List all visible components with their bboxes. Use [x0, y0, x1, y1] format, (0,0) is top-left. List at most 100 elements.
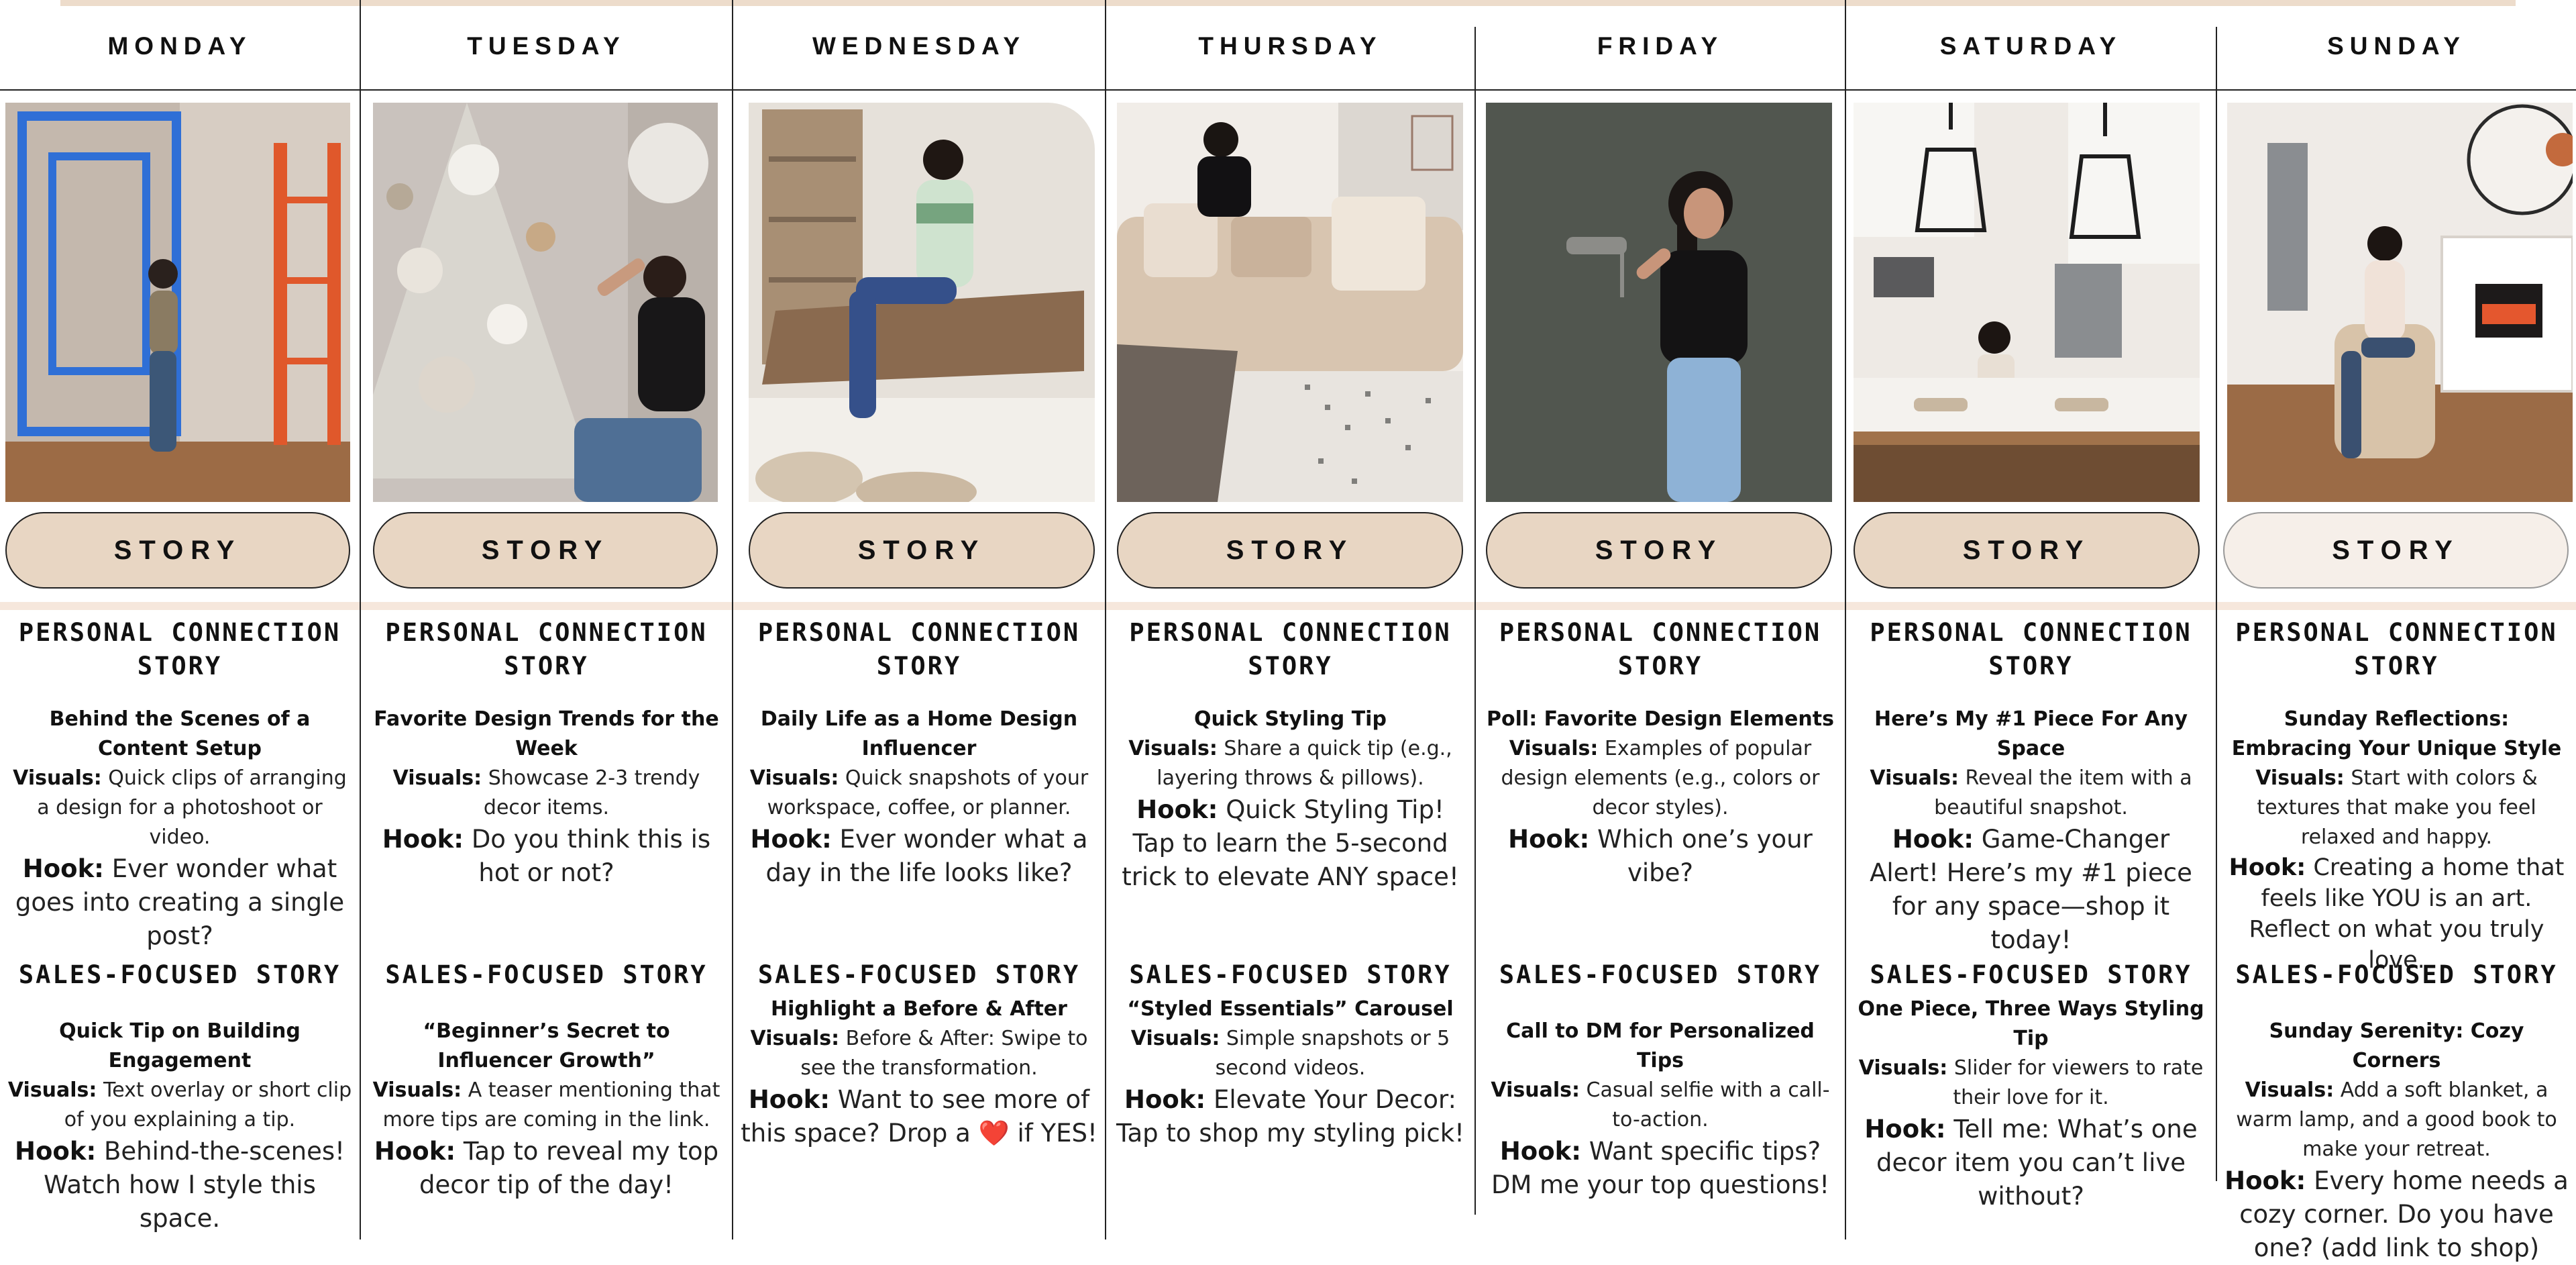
- personal-story-content: Behind the Scenes of a Content Setup Vis…: [0, 705, 360, 953]
- sales-story-content: “Styled Essentials” Carousel Visuals: Si…: [1106, 995, 1474, 1150]
- story-hook: Hook: Do you think this is hot or not?: [368, 823, 725, 890]
- story-button[interactable]: STORY: [2223, 512, 2569, 589]
- hook-label: Hook:: [1499, 1137, 1582, 1166]
- day-column-sunday: SUNDAY STORY PERSONAL CONNECTION STORY S…: [2217, 0, 2576, 1262]
- story-photo: [1854, 103, 2200, 502]
- woman-sitting-by-fireplace-image: [2227, 103, 2573, 502]
- kitchen-with-pendant-lights-image: [1854, 103, 2200, 502]
- story-visuals: Visuals: A teaser mentioning that more t…: [368, 1076, 725, 1135]
- story-visuals: Visuals: Add a soft blanket, a warm lamp…: [2224, 1076, 2569, 1164]
- story-title: Quick Tip on Building Engagement: [59, 1019, 301, 1072]
- visuals-text: Showcase 2-3 trendy decor items.: [483, 766, 700, 819]
- story-button[interactable]: STORY: [5, 512, 350, 589]
- visuals-text: Reveal the item with a beautiful snapsho…: [1934, 766, 2192, 819]
- story-hook: Hook: Want specific tips? DM me your top…: [1485, 1135, 1835, 1202]
- story-hook: Hook: Want to see more of this space? Dr…: [740, 1083, 1098, 1150]
- personal-story-content: Quick Styling Tip Visuals: Share a quick…: [1106, 705, 1474, 894]
- story-button[interactable]: STORY: [1486, 512, 1832, 589]
- visuals-label: Visuals:: [1128, 737, 1218, 760]
- visuals-label: Visuals:: [1858, 1056, 1948, 1080]
- sales-story-content: Quick Tip on Building Engagement Visuals…: [0, 1017, 360, 1235]
- day-column-monday: MONDAY STORY PERSONAL CONNECTION STORY B…: [0, 0, 360, 1239]
- story-title: Sunday Reflections: Embracing Your Uniqu…: [2231, 707, 2562, 760]
- story-visuals: Visuals: Quick snapshots of your workspa…: [740, 764, 1098, 823]
- hook-label: Hook:: [374, 1137, 456, 1166]
- visuals-label: Visuals:: [13, 766, 102, 790]
- day-heading: SATURDAY: [1939, 32, 2123, 60]
- story-button[interactable]: STORY: [373, 512, 718, 589]
- personal-story-category: PERSONAL CONNECTION STORY: [1870, 618, 2192, 680]
- story-title: Daily Life as a Home Design Influencer: [760, 707, 1078, 760]
- story-visuals: Visuals: Reveal the item with a beautifu…: [1856, 764, 2206, 823]
- story-hook: Hook: Elevate Your Decor: Tap to shop my…: [1116, 1083, 1465, 1150]
- visuals-label: Visuals:: [749, 766, 839, 790]
- story-visuals: Visuals: Start with colors & textures th…: [2224, 764, 2569, 852]
- day-column-wednesday: WEDNESDAY STORY PERSONAL CONNECTION STOR…: [733, 0, 1105, 1239]
- visuals-label: Visuals:: [750, 1027, 840, 1050]
- story-hook: Hook: Ever wonder what goes into creatin…: [5, 852, 354, 953]
- hook-text: Tap to reveal my top decor tip of the da…: [419, 1137, 719, 1199]
- personal-story-category: PERSONAL CONNECTION STORY: [2235, 618, 2558, 680]
- story-hook: Hook: Game-Changer Alert! Here’s my #1 p…: [1856, 823, 2206, 957]
- visuals-label: Visuals:: [2255, 766, 2345, 790]
- story-visuals: Visuals: Quick clips of arranging a desi…: [5, 764, 354, 852]
- story-button[interactable]: STORY: [749, 512, 1095, 589]
- story-title: Behind the Scenes of a Content Setup: [49, 707, 311, 760]
- personal-story-category: PERSONAL CONNECTION STORY: [1499, 618, 1822, 680]
- personal-story-content: Here’s My #1 Piece For Any Space Visuals…: [1846, 705, 2216, 957]
- woman-sitting-on-coffee-table-image: [749, 103, 1095, 502]
- story-photo: [2227, 103, 2573, 502]
- sales-story-content: “Beginner’s Secret to Influencer Growth”…: [361, 1017, 732, 1202]
- hook-label: Hook:: [1136, 795, 1218, 824]
- sales-story-category: SALES-FOCUSED STORY: [2235, 960, 2558, 989]
- sales-story-content: Call to DM for Personalized Tips Visuals…: [1476, 1017, 1845, 1202]
- visuals-label: Visuals:: [392, 766, 482, 790]
- story-title: Highlight a Before & After: [771, 997, 1067, 1021]
- story-title: One Piece, Three Ways Styling Tip: [1858, 997, 2204, 1050]
- story-photo: [749, 103, 1095, 502]
- day-heading: TUESDAY: [467, 32, 626, 60]
- day-column-thursday: THURSDAY STORY PERSONAL CONNECTION STORY…: [1106, 0, 1474, 1239]
- hook-label: Hook:: [1892, 825, 1974, 854]
- day-heading: FRIDAY: [1597, 32, 1724, 60]
- story-title: Poll: Favorite Design Elements: [1487, 707, 1834, 731]
- story-photo: [373, 103, 718, 502]
- hook-label: Hook:: [1508, 825, 1590, 854]
- hook-label: Hook:: [15, 1137, 97, 1166]
- story-visuals: Visuals: Casual selfie with a call-to-ac…: [1485, 1076, 1835, 1135]
- hook-label: Hook:: [1124, 1085, 1206, 1114]
- hook-text: Do you think this is hot or not?: [471, 825, 711, 887]
- story-visuals: Visuals: Showcase 2-3 trendy decor items…: [368, 764, 725, 823]
- story-hook: Hook: Behind-the-scenes! Watch how I sty…: [5, 1135, 354, 1235]
- hook-label: Hook:: [1864, 1115, 1946, 1144]
- story-title: “Beginner’s Secret to Influencer Growth”: [423, 1019, 670, 1072]
- sales-story-category: SALES-FOCUSED STORY: [757, 960, 1081, 989]
- story-title: Here’s My #1 Piece For Any Space: [1874, 707, 2188, 760]
- story-title: “Styled Essentials” Carousel: [1127, 997, 1454, 1021]
- story-photo: [1486, 103, 1832, 502]
- hook-label: Hook:: [750, 825, 832, 854]
- visuals-label: Visuals:: [372, 1078, 462, 1102]
- sales-story-category: SALES-FOCUSED STORY: [1129, 960, 1452, 989]
- hook-label: Hook:: [382, 825, 464, 854]
- story-button[interactable]: STORY: [1117, 512, 1463, 589]
- sales-story-content: One Piece, Three Ways Styling Tip Visual…: [1846, 995, 2216, 1213]
- visuals-label: Visuals:: [1491, 1078, 1580, 1102]
- visuals-text: Slider for viewers to rate their love fo…: [1953, 1056, 2204, 1109]
- day-heading: MONDAY: [107, 32, 252, 60]
- visuals-label: Visuals:: [1870, 766, 1959, 790]
- story-title: Favorite Design Trends for the Week: [374, 707, 719, 760]
- woman-with-painters-tape-wall-image: [5, 103, 350, 502]
- hook-label: Hook:: [2224, 1166, 2306, 1195]
- visuals-label: Visuals:: [1130, 1027, 1220, 1050]
- personal-story-category: PERSONAL CONNECTION STORY: [757, 618, 1081, 680]
- sales-story-category: SALES-FOCUSED STORY: [1499, 960, 1822, 989]
- visuals-label: Visuals:: [2245, 1078, 2334, 1102]
- story-button[interactable]: STORY: [1854, 512, 2200, 589]
- story-title: Quick Styling Tip: [1194, 707, 1387, 731]
- woman-holding-paint-roller-image: [1486, 103, 1832, 502]
- sales-story-category: SALES-FOCUSED STORY: [1870, 960, 2192, 989]
- personal-story-category: PERSONAL CONNECTION STORY: [1129, 618, 1452, 680]
- story-hook: Hook: Tell me: What’s one decor item you…: [1856, 1113, 2206, 1213]
- story-title: Call to DM for Personalized Tips: [1506, 1019, 1815, 1072]
